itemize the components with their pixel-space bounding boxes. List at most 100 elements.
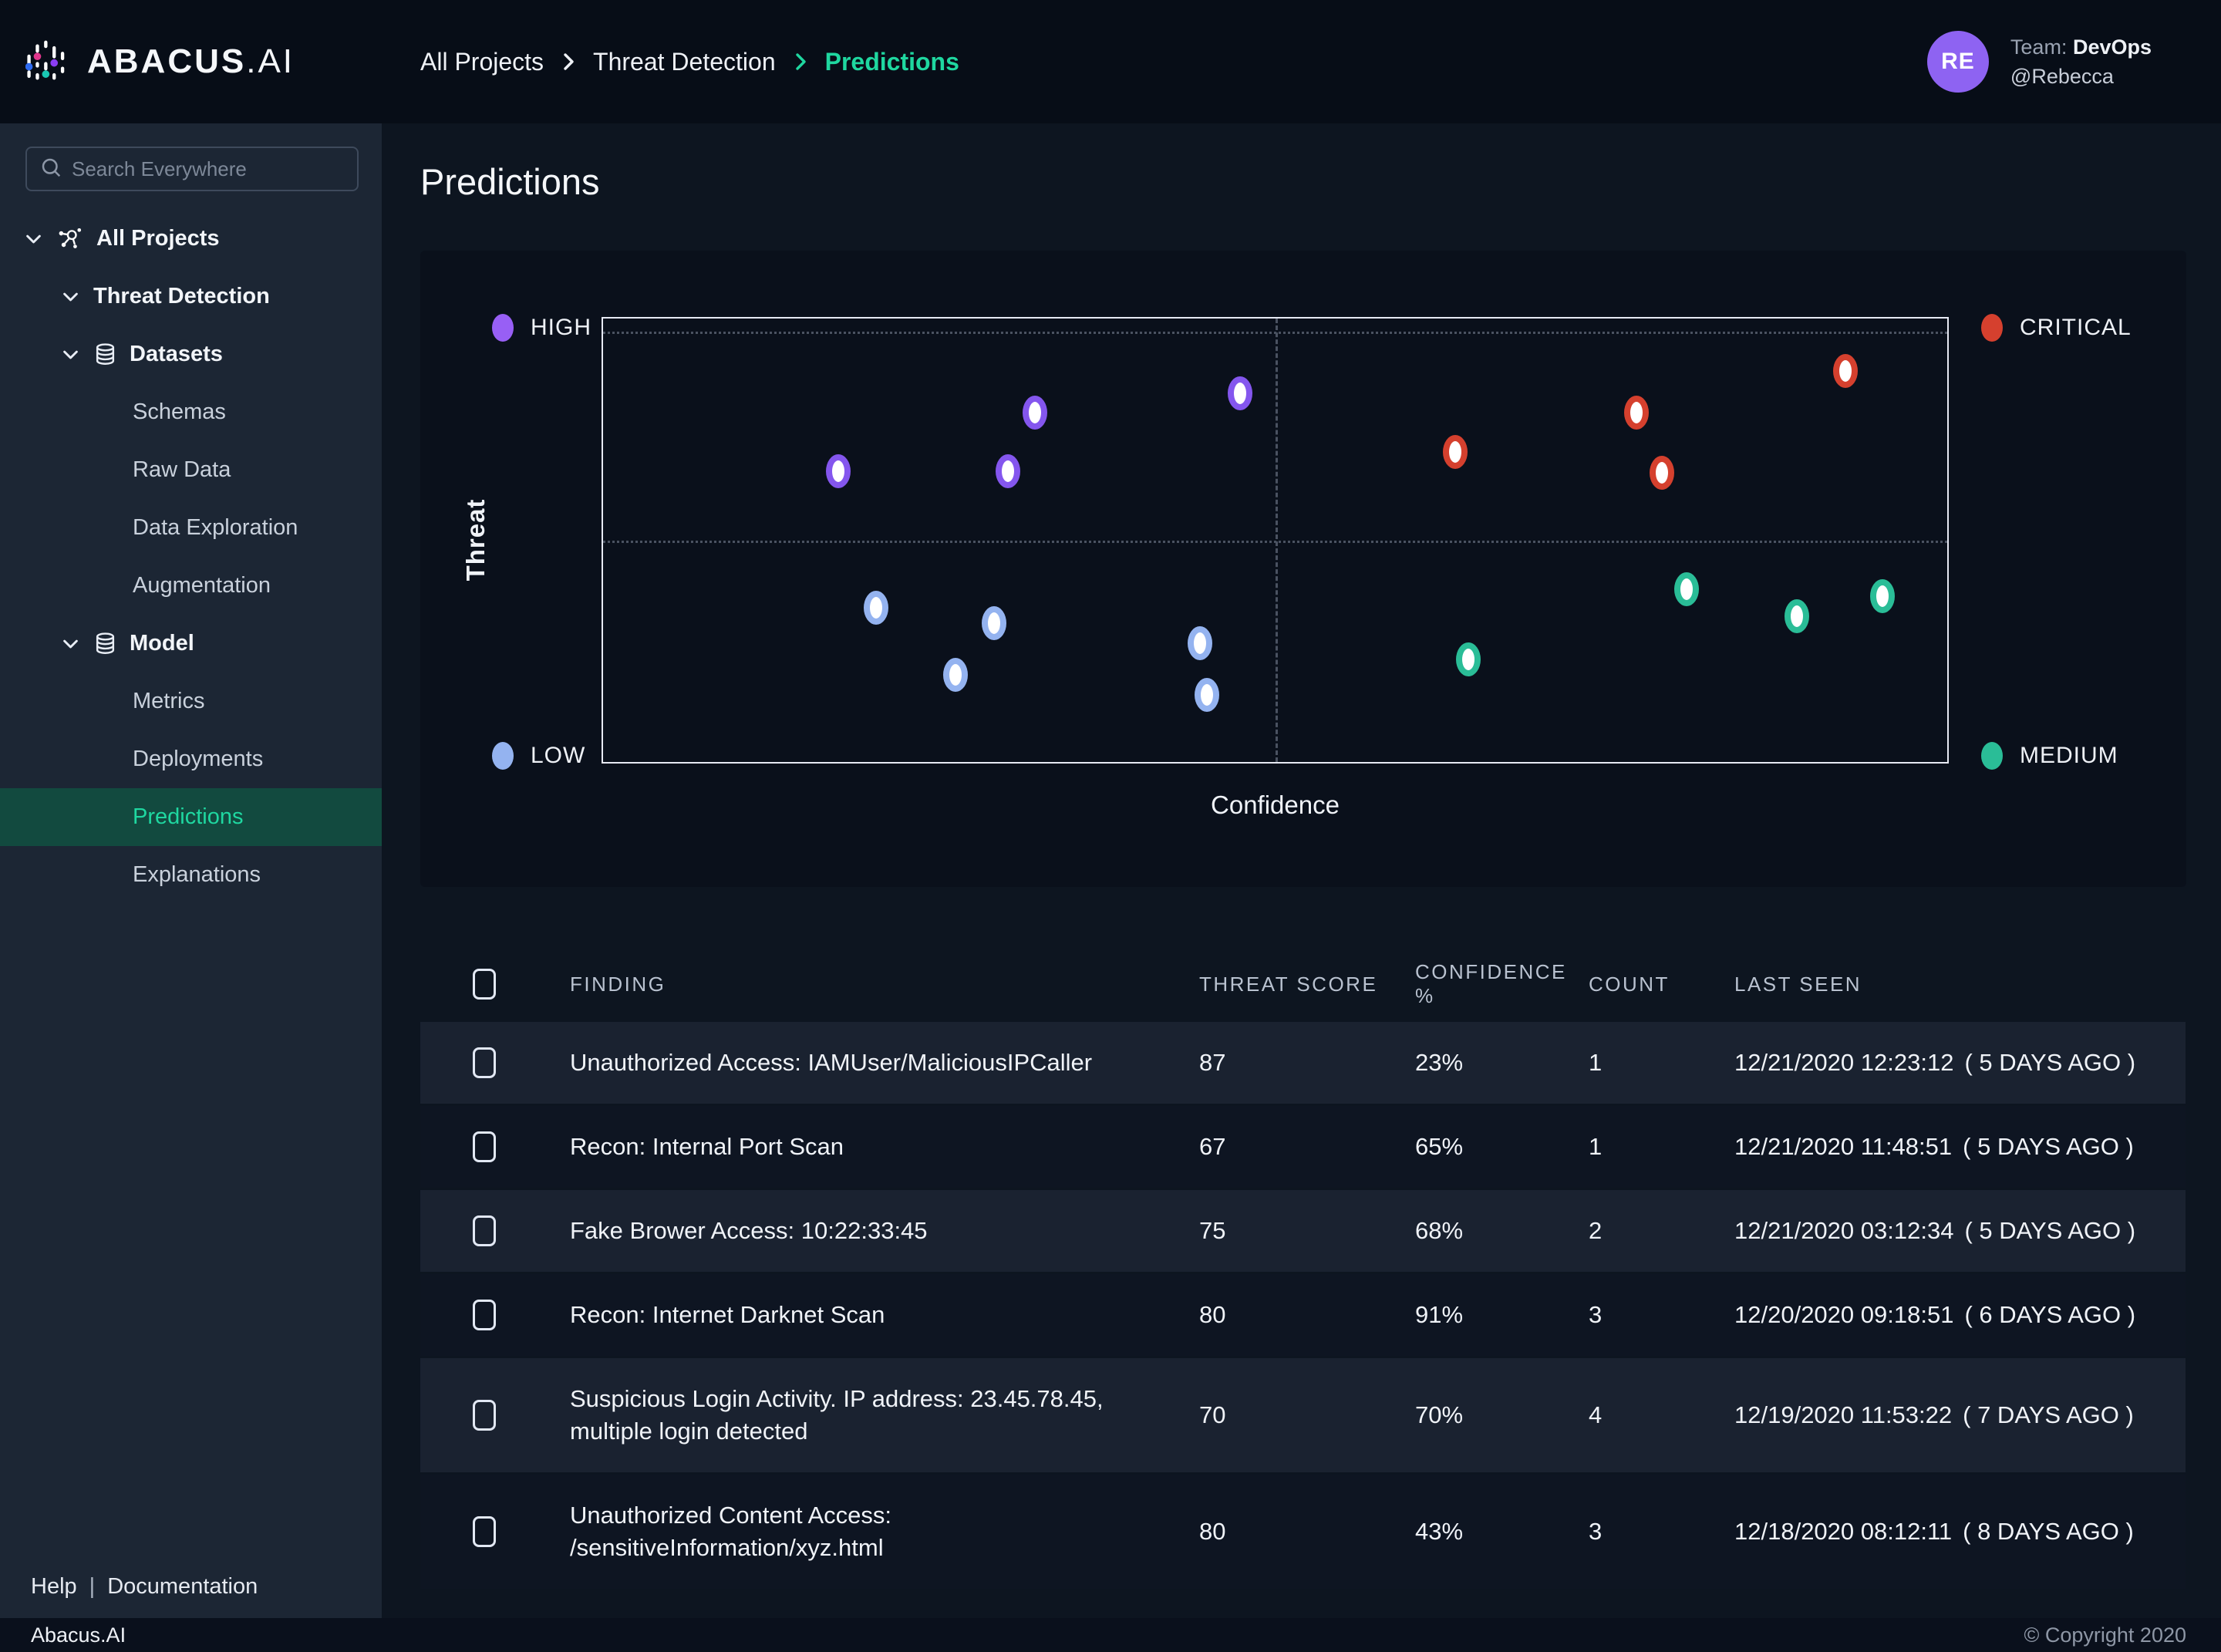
scatter-point-critical[interactable] xyxy=(1650,456,1674,490)
avatar[interactable]: RE xyxy=(1927,31,1989,93)
scatter-point-critical[interactable] xyxy=(1443,435,1468,469)
documentation-link[interactable]: Documentation xyxy=(107,1574,258,1600)
chevron-right-icon xyxy=(559,49,578,75)
table-row[interactable]: Recon: Internal Port Scan6765%112/21/202… xyxy=(420,1106,2186,1188)
confidence-cell: 65% xyxy=(1415,1106,1589,1188)
sidebar-item-deployments[interactable]: Deployments xyxy=(0,730,382,788)
row-checkbox[interactable] xyxy=(473,1131,496,1162)
breadcrumb-predictions[interactable]: Predictions xyxy=(825,48,959,76)
legend-item-high: HIGH xyxy=(492,314,591,342)
column-header-threat-score[interactable]: THREAT SCORE xyxy=(1199,973,1415,996)
finding-cell: Unauthorized Access: IAMUser/MaliciousIP… xyxy=(570,1022,1199,1104)
row-checkbox[interactable] xyxy=(473,1400,496,1431)
legend-item-medium: MEDIUM xyxy=(1981,742,2118,770)
table-row[interactable]: Suspicious Login Activity. IP address: 2… xyxy=(420,1358,2186,1472)
logo-text: ABACUS.AI xyxy=(87,42,295,81)
table-row[interactable]: Unauthorized Content Access: /sensitiveI… xyxy=(420,1475,2186,1589)
confidence-cell: 91% xyxy=(1415,1274,1589,1356)
search-input[interactable] xyxy=(72,157,345,181)
user-info: Team: DevOps @Rebecca xyxy=(2010,32,2152,91)
last-seen-cell: 12/18/2020 08:12:11( 8 DAYS AGO ) xyxy=(1734,1491,2186,1573)
table-row[interactable]: Fake Brower Access: 10:22:33:457568%212/… xyxy=(420,1190,2186,1272)
x-axis-label: Confidence xyxy=(602,791,1949,820)
last-seen-time: 12/21/2020 03:12:34 xyxy=(1734,1217,1953,1244)
row-checkbox[interactable] xyxy=(473,1047,496,1078)
sidebar-item-model[interactable]: Model xyxy=(0,615,382,673)
sidebar-item-threat-detection[interactable]: Threat Detection xyxy=(0,268,382,325)
scatter-point-low[interactable] xyxy=(1195,678,1219,712)
column-header-confidence[interactable]: CONFIDENCE % xyxy=(1415,960,1589,1008)
scatter-point-low[interactable] xyxy=(982,606,1006,640)
app-logo[interactable]: ABACUS.AI xyxy=(25,0,295,123)
search-box[interactable] xyxy=(25,147,359,191)
chevron-down-icon[interactable] xyxy=(60,344,81,365)
team-label: Team: xyxy=(2010,35,2068,59)
sidebar-item-raw-data[interactable]: Raw Data xyxy=(0,441,382,499)
chevron-down-icon[interactable] xyxy=(60,633,81,654)
select-all-checkbox[interactable] xyxy=(473,969,496,1000)
abacus-logo-icon xyxy=(25,38,70,86)
sidebar-item-label: All Projects xyxy=(96,226,220,251)
sidebar-item-all-projects[interactable]: All Projects xyxy=(0,210,382,268)
scatter-point-medium[interactable] xyxy=(1870,579,1895,613)
footer-copyright: © Copyright 2020 xyxy=(2024,1623,2186,1647)
row-checkbox[interactable] xyxy=(473,1300,496,1330)
scatter-plot-area[interactable] xyxy=(602,317,1949,764)
count-cell: 4 xyxy=(1589,1374,1734,1456)
sidebar-item-predictions[interactable]: Predictions xyxy=(0,788,382,846)
finding-cell: Fake Brower Access: 10:22:33:45 xyxy=(570,1190,1199,1272)
table-header-row: FINDING THREAT SCORE CONFIDENCE % COUNT … xyxy=(420,949,2186,1020)
last-seen-time: 12/19/2020 11:53:22 xyxy=(1734,1401,1952,1428)
scatter-point-critical[interactable] xyxy=(1833,354,1858,388)
count-cell: 3 xyxy=(1589,1491,1734,1573)
column-header-last-seen[interactable]: LAST SEEN xyxy=(1734,973,2186,996)
scatter-point-high[interactable] xyxy=(996,454,1020,488)
page-title: Predictions xyxy=(420,160,600,203)
legend-dot-high xyxy=(492,314,514,342)
last-seen-cell: 12/21/2020 03:12:34( 5 DAYS AGO ) xyxy=(1734,1190,2186,1272)
help-link[interactable]: Help xyxy=(31,1574,77,1600)
last-seen-ago: ( 5 DAYS AGO ) xyxy=(1964,1049,2135,1076)
table-row[interactable]: Unauthorized Access: IAMUser/MaliciousIP… xyxy=(420,1022,2186,1104)
scatter-point-medium[interactable] xyxy=(1456,642,1481,676)
chevron-down-icon[interactable] xyxy=(23,228,44,249)
sidebar-item-metrics[interactable]: Metrics xyxy=(0,673,382,730)
scatter-point-critical[interactable] xyxy=(1624,396,1649,430)
sidebar-item-label: Metrics xyxy=(133,689,204,714)
scatter-point-high[interactable] xyxy=(826,454,851,488)
column-header-count[interactable]: COUNT xyxy=(1589,973,1734,996)
scatter-point-medium[interactable] xyxy=(1785,599,1809,633)
chevron-down-icon[interactable] xyxy=(60,286,81,307)
abacus-predictions-page: { "header": { "logo_text": "ABACUS", "lo… xyxy=(0,0,2221,1652)
count-cell: 1 xyxy=(1589,1022,1734,1104)
column-header-finding[interactable]: FINDING xyxy=(570,973,1199,996)
sidebar: All Projects Threat DetectionDatasets Sche… xyxy=(0,123,382,1618)
user-account-area[interactable]: RE Team: DevOps @Rebecca xyxy=(1927,0,2152,123)
count-cell: 1 xyxy=(1589,1106,1734,1188)
sidebar-item-datasets[interactable]: Datasets xyxy=(0,325,382,383)
last-seen-cell: 12/20/2020 09:18:51( 6 DAYS AGO ) xyxy=(1734,1274,2186,1356)
sidebar-item-label: Schemas xyxy=(133,400,226,425)
scatter-point-high[interactable] xyxy=(1023,396,1047,430)
finding-cell: Recon: Internal Port Scan xyxy=(570,1106,1199,1188)
sidebar-item-data-exploration[interactable]: Data Exploration xyxy=(0,499,382,557)
sidebar-item-explanations[interactable]: Explanations xyxy=(0,846,382,904)
scatter-point-low[interactable] xyxy=(943,658,968,692)
sidebar-item-augmentation[interactable]: Augmentation xyxy=(0,557,382,615)
finding-cell: Unauthorized Content Access: /sensitiveI… xyxy=(570,1475,1199,1589)
table-row[interactable]: Recon: Internet Darknet Scan8091%312/20/… xyxy=(420,1274,2186,1356)
scatter-point-low[interactable] xyxy=(864,591,888,625)
user-handle: @Rebecca xyxy=(2010,62,2152,91)
scatter-point-low[interactable] xyxy=(1188,626,1212,660)
last-seen-time: 12/18/2020 08:12:11 xyxy=(1734,1518,1952,1545)
breadcrumb-all-projects[interactable]: All Projects xyxy=(420,48,544,76)
scatter-point-medium[interactable] xyxy=(1674,572,1699,606)
finding-cell: Suspicious Login Activity. IP address: 2… xyxy=(570,1358,1199,1472)
row-checkbox[interactable] xyxy=(473,1516,496,1547)
breadcrumb-threat-detection[interactable]: Threat Detection xyxy=(593,48,776,76)
row-checkbox[interactable] xyxy=(473,1215,496,1246)
footer-bar: Abacus.AI © Copyright 2020 xyxy=(0,1618,2221,1652)
project-network-icon xyxy=(56,226,83,252)
sidebar-item-schemas[interactable]: Schemas xyxy=(0,383,382,441)
scatter-point-high[interactable] xyxy=(1228,376,1252,410)
